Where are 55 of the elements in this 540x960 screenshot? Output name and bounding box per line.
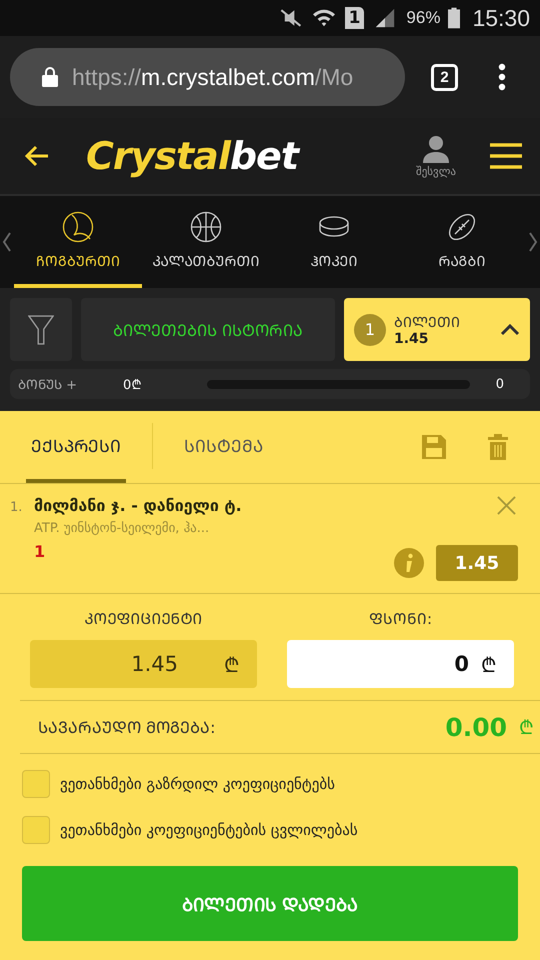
logo: Crystalbet [86, 134, 298, 178]
checkbox-label: ვეთანხმები კოეფიციენტების ცვლილებას [60, 821, 358, 839]
back-arrow-icon[interactable] [24, 145, 50, 167]
url-bar[interactable]: https://m.crystalbet.com/Mo [10, 48, 405, 106]
odds-label: ᲙᲝᲔᲤᲘᲪᲘᲔᲜᲢᲘ [84, 609, 202, 628]
wifi-icon [310, 7, 337, 29]
sim-icon: 1 [344, 7, 364, 29]
lock-icon [42, 67, 58, 87]
menu-icon[interactable] [490, 143, 522, 169]
sport-tab[interactable]: ᲠᲐᲒᲑᲘ [398, 196, 526, 288]
chevron-left-icon[interactable] [2, 232, 12, 252]
close-icon[interactable] [497, 496, 516, 515]
ticket-label: ᲑᲘᲚᲔᲗᲘ [394, 314, 461, 331]
chevron-right-icon[interactable] [528, 232, 538, 252]
bet-pick: 1 [34, 542, 46, 561]
ticket-count-badge: 1 [354, 314, 386, 346]
checkbox[interactable] [22, 770, 50, 798]
bonus-count: 0 [496, 376, 504, 392]
odds-badge: 1.45 [436, 545, 518, 581]
stake-label: ᲤᲡᲝᲜᲘ: [368, 609, 432, 628]
match-title: მილმანი ჯ. - დანიელი ტ. [34, 496, 243, 515]
potential-win-label: ᲡᲐᲕᲐᲠᲐᲣᲓᲝ ᲛᲝᲒᲔᲑᲐ: [38, 717, 216, 738]
slip-tab[interactable]: ᲔᲥᲡᲞᲠᲔᲡᲘ [26, 411, 126, 483]
bet-history-button[interactable]: ᲑᲘᲚᲔᲗᲔᲑᲘᲡ ᲘᲡᲢᲝᲠᲘᲐ [81, 298, 335, 361]
tab-count-button[interactable]: 2 [431, 64, 458, 90]
bonus-amount: 0₾ [123, 377, 142, 393]
sport-tab[interactable]: ᲙᲐᲚᲐᲗᲑᲣᲠᲗᲘ [142, 196, 270, 288]
ticket-button[interactable]: 1 ᲑᲘᲚᲔᲗᲘ 1.45 [344, 298, 530, 361]
trash-icon[interactable] [486, 434, 510, 460]
battery-percent: 96% [406, 8, 440, 28]
checkbox-label: ვეთანხმები გაზრდილ კოეფიციენტებს [60, 775, 335, 793]
info-icon[interactable] [394, 548, 424, 578]
stake-input[interactable]: 0 ₾ [287, 640, 514, 688]
filter-button[interactable] [10, 298, 72, 361]
bet-number: 1. [10, 499, 24, 517]
slip-tab[interactable]: ᲡᲘᲡᲢᲔᲛᲐ [179, 411, 268, 483]
more-icon[interactable] [498, 63, 506, 91]
clock: 15:30 [472, 4, 530, 32]
ticket-odds: 1.45 [394, 331, 430, 347]
sport-tab[interactable]: ᲰᲝᲙᲔᲘ [270, 196, 398, 288]
user-icon [422, 134, 450, 162]
url-text: https://m.crystalbet.com/Mo [72, 64, 354, 90]
currency-sign: ₾ [519, 716, 534, 740]
save-icon[interactable] [422, 434, 446, 460]
basketball-icon [190, 210, 222, 242]
bonus-label: ᲑᲝᲜᲣᲡ + [18, 377, 78, 393]
battery-icon [448, 7, 460, 29]
tennis-ball-icon [62, 210, 94, 242]
chevron-up-icon [500, 324, 520, 336]
event-name: ATP. უინსტონ-სეილემი, ჰა... [34, 521, 210, 536]
checkbox[interactable] [22, 816, 50, 844]
potential-win-value: 0.00 [445, 712, 507, 742]
funnel-icon [28, 314, 54, 346]
login-button[interactable]: შესვლა [416, 134, 456, 178]
odds-field: 1.45 ₾ [30, 640, 257, 688]
